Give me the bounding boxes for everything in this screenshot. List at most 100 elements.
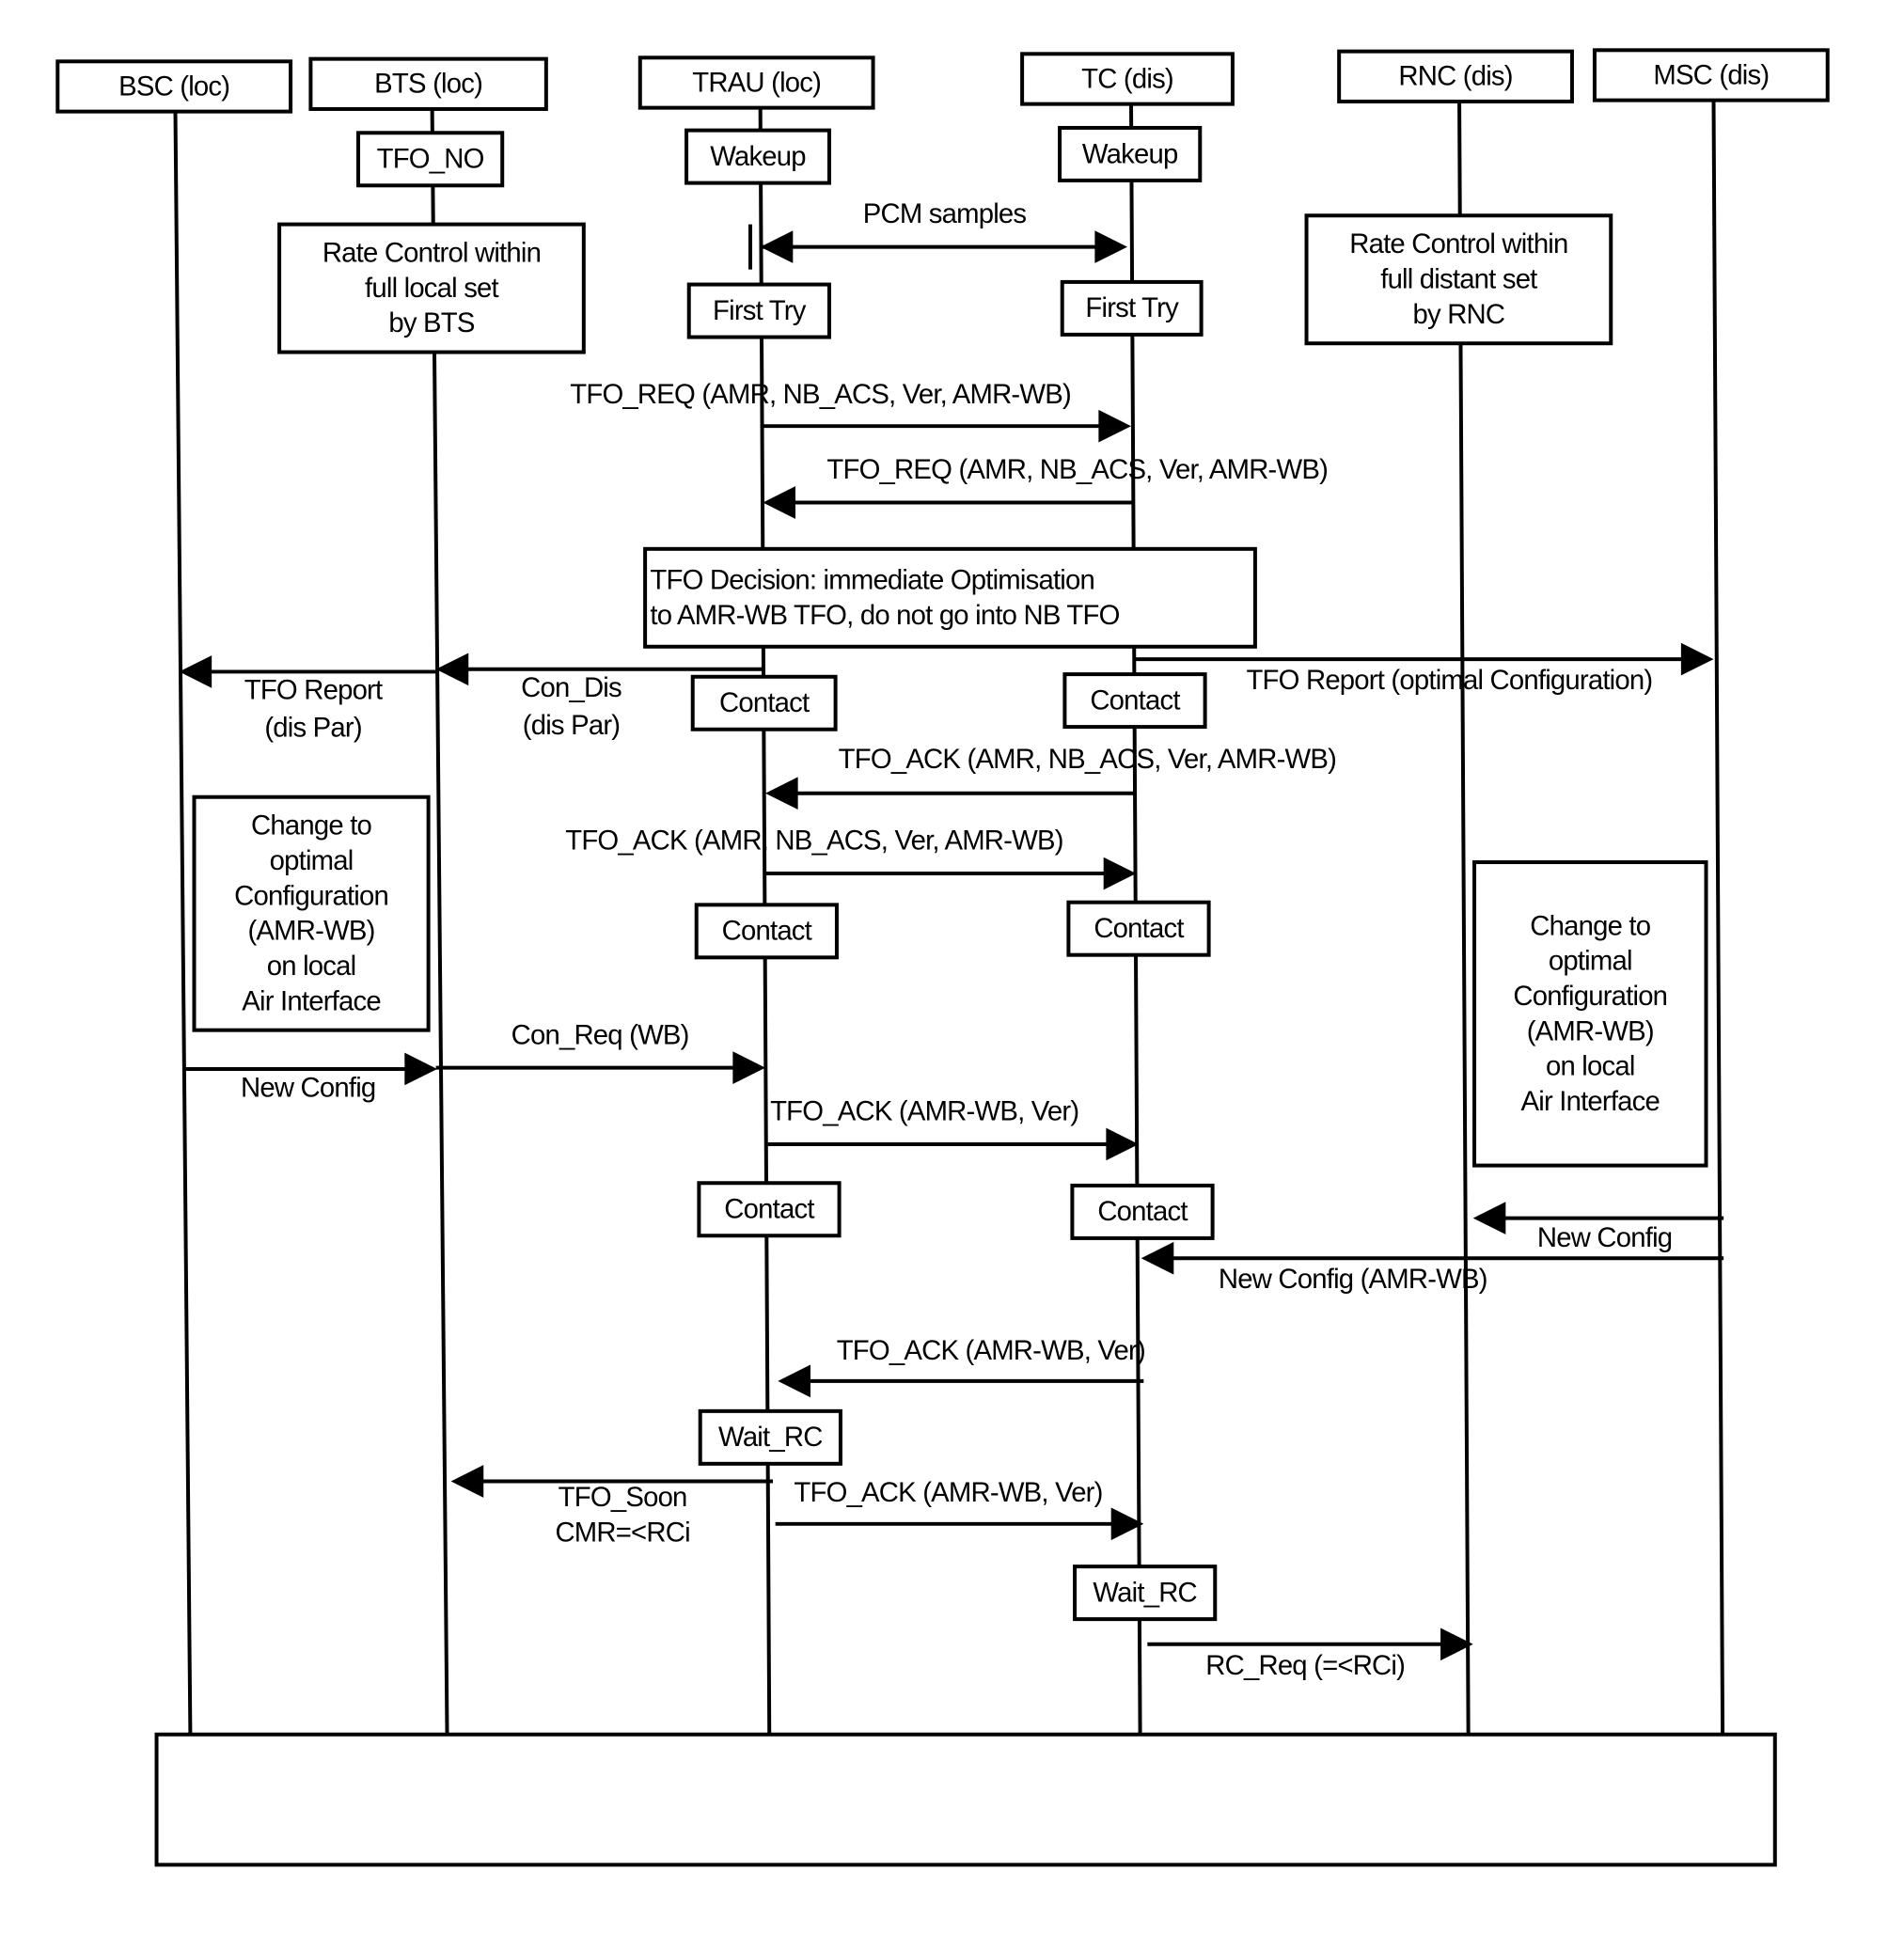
state-tfo-decision: TFO Decision: immediate Optimisation to A… — [643, 546, 1257, 649]
state-label: First Try — [1085, 292, 1179, 323]
state-label: Contact — [719, 687, 810, 718]
state-label: full distant set — [1380, 264, 1537, 295]
entity-tc: TC (dis) — [1020, 52, 1235, 106]
message-tfo-ack-5: TFO_ACK (AMR-WB, Ver) — [775, 1477, 1144, 1541]
state-label: Contact — [1097, 1196, 1188, 1227]
state-trau-contact-3: Contact — [697, 1181, 842, 1238]
arrowhead-icon — [1098, 409, 1132, 443]
message-label: New Config — [241, 1072, 375, 1103]
message-label: TFO_ACK (AMR, NB_ACS, Ver, AMR-WB) — [839, 744, 1336, 775]
message-tfo-ack-4: TFO_ACK (AMR-WB, Ver) — [778, 1335, 1146, 1398]
message-label: New Config — [1537, 1222, 1672, 1253]
state-label: by RNC — [1413, 299, 1505, 330]
state-bsc-change-config: Change to optimal Configuration (AMR-WB) on … — [192, 794, 431, 1032]
message-tfo-ack-2: TFO_ACK (AMR, NB_ACS, Ver, AMR-WB) — [565, 826, 1137, 890]
state-tc-contact-3: Contact — [1070, 1183, 1215, 1240]
state-trau-contact-1: Contact — [690, 674, 838, 731]
message-tfo-soon: TFO_Soon CMR=<RCi — [450, 1465, 773, 1548]
state-box — [643, 546, 1257, 649]
state-label: Change to — [1530, 910, 1650, 941]
state-label: optimal — [1549, 946, 1632, 977]
arrowhead-icon — [760, 230, 794, 263]
state-label: Air Interface — [242, 985, 381, 1016]
message-tfo-ack-1: TFO_ACK (AMR, NB_ACS, Ver, AMR-WB) — [764, 744, 1337, 810]
message-tfo-req-1: TFO_REQ (AMR, NB_ACS, Ver, AMR-WB) — [570, 379, 1132, 443]
message-label: TFO_ACK (AMR-WB, Ver) — [794, 1477, 1102, 1508]
message-label: TFO Report (optimal Configuration) — [1246, 665, 1652, 696]
lifeline-bts — [430, 108, 449, 1745]
state-trau-wait-rc: Wait_RC — [698, 1408, 842, 1466]
state-trau-contact-2: Contact — [694, 903, 839, 960]
message-label: New Config (AMR-WB) — [1219, 1264, 1487, 1295]
message-label: Con_Req (WB) — [511, 1019, 689, 1050]
state-trau-first-try: First Try — [686, 282, 831, 339]
entity-label: TC (dis) — [1081, 63, 1173, 94]
state-tc-contact-2: Contact — [1066, 900, 1211, 957]
message-label: TFO_ACK (AMR-WB, Ver) — [770, 1096, 1078, 1127]
arrowhead-icon — [404, 1052, 437, 1086]
entity-bsc: BSC (loc) — [55, 59, 293, 114]
entity-label: TRAU (loc) — [692, 67, 821, 98]
arrowhead-icon — [732, 1051, 765, 1084]
state-label: by BTS — [388, 307, 474, 338]
arrowhead-icon — [435, 653, 469, 686]
state-box — [1472, 860, 1708, 1168]
message-label: TFO_ACK (AMR-WB, Ver) — [837, 1335, 1145, 1366]
message-tfo-ack-3: TFO_ACK (AMR-WB, Ver) — [767, 1096, 1140, 1161]
lifeline-bsc — [173, 111, 193, 1745]
message-label: (dis Par) — [264, 713, 361, 744]
entity-bts: BTS (loc) — [308, 56, 548, 111]
state-label: First Try — [713, 295, 807, 326]
message-con-req-wb: Con_Req (WB) — [435, 1019, 765, 1084]
message-label: TFO_ACK (AMR, NB_ACS, Ver, AMR-WB) — [565, 826, 1062, 857]
state-label: (AMR-WB) — [247, 916, 374, 947]
state-label: full local set — [365, 273, 498, 304]
state-label: Contact — [1090, 684, 1180, 716]
message-label: (dis Par) — [523, 710, 620, 741]
message-label: TFO_REQ (AMR, NB_ACS, Ver, AMR-WB) — [570, 379, 1071, 410]
state-label: optimal — [270, 845, 354, 876]
message-label: TFO Report — [244, 675, 383, 706]
message-rc-req: RC_Req (=<RCi) — [1147, 1628, 1473, 1681]
state-label: Configuration — [1513, 981, 1667, 1012]
message-label: Con_Dis — [521, 672, 622, 703]
state-label: (AMR-WB) — [1527, 1015, 1654, 1046]
message-tfo-req-2: TFO_REQ (AMR, NB_ACS, Ver, AMR-WB) — [763, 454, 1329, 519]
entity-label: MSC (dis) — [1653, 59, 1769, 90]
state-tc-contact-1: Contact — [1062, 672, 1207, 730]
message-label: TFO_Soon — [559, 1482, 687, 1513]
state-tc-wakeup: Wakeup — [1058, 125, 1203, 182]
entity-headers: BSC (loc) BTS (loc) TRAU (loc) TC (dis) RNC … — [55, 48, 1830, 114]
state-bts-rate-control: Rate Control within full local setby BTS — [277, 222, 586, 354]
message-pcm-samples: PCM samples — [748, 198, 1128, 270]
state-label: Wakeup — [1082, 138, 1178, 169]
message-new-config-distant: New Config — [1472, 1202, 1724, 1253]
entity-rnc: RNC (dis) — [1337, 49, 1574, 103]
state-label: on local — [1546, 1051, 1635, 1082]
footer-box — [154, 1732, 1777, 1867]
state-label: Rate Control within — [1349, 228, 1567, 259]
message-tfo-report-optimal: TFO Report (optimal Configuration) — [1133, 642, 1714, 696]
arrowhead-icon — [764, 777, 798, 810]
arrowhead-icon — [1472, 1202, 1506, 1234]
entity-label: RNC (dis) — [1398, 61, 1512, 92]
state-trau-wakeup: Wakeup — [684, 128, 831, 185]
state-tc-wait-rc: Wait_RC — [1073, 1565, 1218, 1622]
arrowhead-icon — [778, 1364, 810, 1398]
state-label: Contact — [722, 916, 812, 947]
state-rnc-change-config: Change to optimal Configuration(AMR-WB) on … — [1472, 860, 1708, 1168]
arrowhead-icon — [1141, 1241, 1174, 1275]
state-label: on local — [267, 951, 356, 982]
arrowhead-icon — [179, 655, 212, 688]
state-rnc-rate-control: Rate Control within full distant set by RN… — [1304, 213, 1613, 346]
message-label: RC_Req (=<RCi) — [1205, 1650, 1405, 1681]
state-label: Wakeup — [710, 141, 806, 172]
state-label: TFO Decision: immediate Optimisation — [650, 564, 1094, 595]
state-label: Change to — [251, 810, 371, 841]
message-tfo-report-dis-par: TFO Report (dis Par) — [179, 655, 436, 744]
state-label: Air Interface — [1521, 1086, 1660, 1117]
message-label: CMR=<RCi — [555, 1517, 689, 1548]
arrowhead-icon — [1103, 857, 1137, 890]
message-label: PCM samples — [863, 198, 1027, 229]
state-label: Rate Control within — [323, 238, 541, 269]
